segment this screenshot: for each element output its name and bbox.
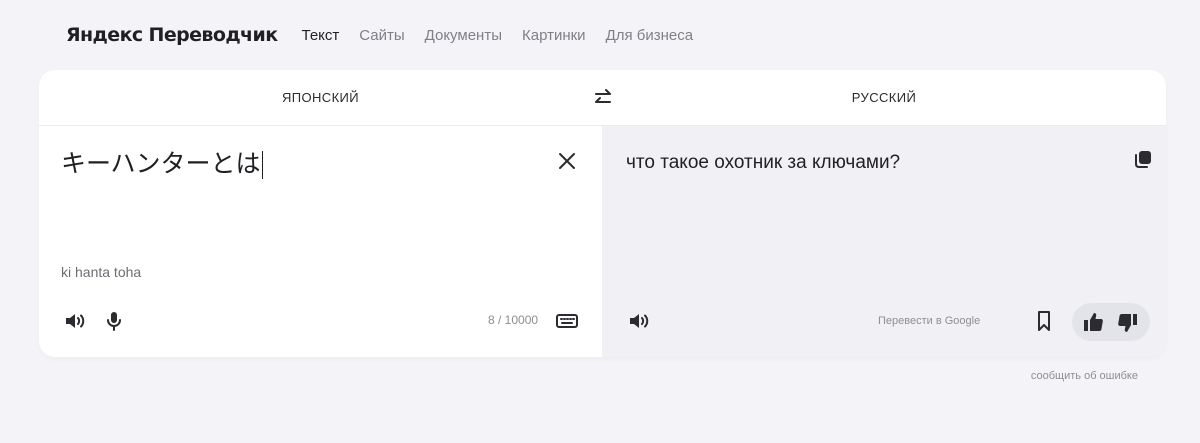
target-panel: что такое охотник за ключами? Перевести … (602, 126, 1166, 357)
translator-card: ЯПОНСКИЙ РУССКИЙ キーハンターとは ki hanta toha … (39, 70, 1166, 357)
nav-tab-documents[interactable]: Документы (425, 27, 502, 44)
microphone-icon[interactable] (102, 309, 126, 333)
nav-tab-business[interactable]: Для бизнеса (606, 27, 694, 44)
translation-text: что такое охотник за ключами? (626, 152, 901, 173)
language-bar: ЯПОНСКИЙ РУССКИЙ (39, 70, 1166, 126)
nav-tab-images[interactable]: Картинки (522, 27, 586, 44)
thumbs-down-icon[interactable] (1116, 311, 1140, 335)
character-counter: 8 / 10000 (488, 313, 539, 327)
source-language-selector[interactable]: ЯПОНСКИЙ (39, 70, 602, 125)
speaker-icon[interactable] (627, 309, 651, 333)
text-caret (261, 151, 263, 180)
nav-tab-sites[interactable]: Сайты (359, 27, 404, 44)
logo[interactable]: Яндекс Переводчик (66, 24, 278, 46)
top-bar: Яндекс Переводчик Текст Сайты Документы … (66, 20, 693, 50)
thumbs-up-icon[interactable] (1081, 310, 1105, 334)
nav-tab-text[interactable]: Текст (302, 27, 340, 44)
bookmark-icon[interactable] (1032, 309, 1056, 333)
main-nav: Текст Сайты Документы Картинки Для бизне… (302, 27, 694, 44)
clear-icon[interactable] (556, 150, 578, 172)
transliteration: ki hanta toha (61, 264, 142, 280)
copy-icon[interactable] (1132, 148, 1154, 170)
keyboard-icon[interactable] (555, 309, 579, 333)
source-panel: キーハンターとは ki hanta toha 8 / 10000 (39, 126, 602, 357)
target-language-selector[interactable]: РУССКИЙ (602, 70, 1166, 125)
source-text: キーハンターとは (61, 150, 261, 178)
report-error-link[interactable]: сообщить об ошибке (1031, 370, 1138, 382)
source-text-input[interactable]: キーハンターとは (61, 144, 263, 180)
speaker-icon[interactable] (63, 309, 87, 333)
translate-in-google-link[interactable]: Перевести в Google (878, 315, 980, 327)
